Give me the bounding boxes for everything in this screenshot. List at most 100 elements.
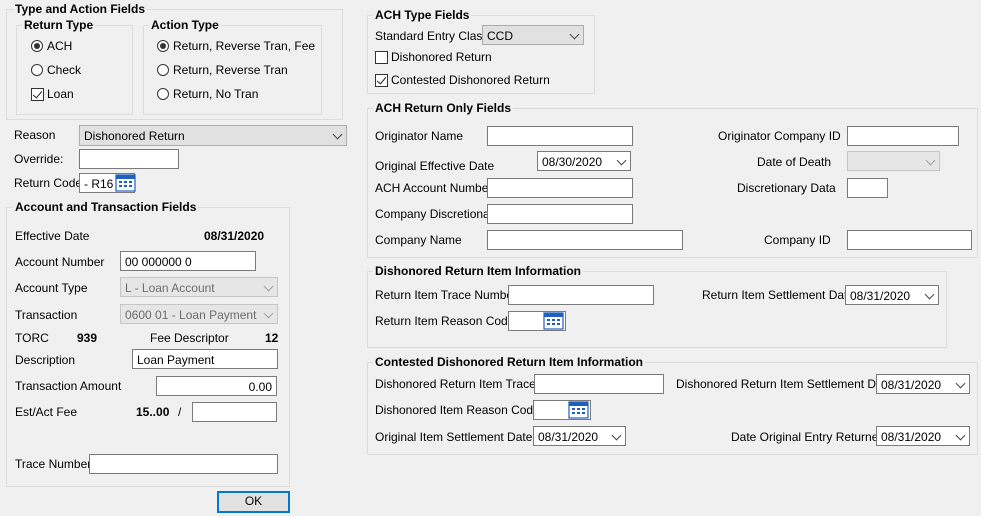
reason-label: Reason bbox=[14, 128, 56, 142]
checkbox-contested-dishonored-label[interactable]: Contested Dishonored Return bbox=[391, 73, 550, 87]
fee-separator: / bbox=[178, 405, 182, 419]
sec-value: CCD bbox=[487, 29, 513, 43]
override-input[interactable] bbox=[79, 149, 179, 169]
chevron-down-icon bbox=[569, 29, 580, 40]
radio-return-reverse[interactable] bbox=[157, 64, 169, 76]
account-type-label: Account Type bbox=[15, 281, 88, 295]
transaction-value: 0600 01 - Loan Payment bbox=[125, 308, 257, 322]
ach-account-number-input[interactable] bbox=[487, 178, 633, 198]
company-id-input[interactable] bbox=[847, 230, 972, 250]
return-code-label: Return Code bbox=[14, 176, 83, 190]
date-returned-value: 08/31/2020 bbox=[881, 430, 942, 444]
checkbox-loan[interactable] bbox=[31, 88, 44, 101]
chevron-down-icon bbox=[955, 430, 966, 441]
override-label: Override: bbox=[14, 152, 64, 166]
return-item-reason-label: Return Item Reason Code bbox=[375, 314, 515, 328]
contested-settlement-value: 08/31/2020 bbox=[881, 378, 942, 392]
contested-settlement-picker[interactable]: 08/31/2020 bbox=[876, 374, 970, 394]
ok-button[interactable]: OK bbox=[217, 491, 290, 513]
company-name-label: Company Name bbox=[375, 233, 462, 247]
originator-name-label: Originator Name bbox=[375, 129, 464, 143]
type-action-title: Type and Action Fields bbox=[13, 2, 148, 16]
description-input[interactable]: Loan Payment bbox=[132, 349, 278, 369]
return-code-lookup-icon[interactable] bbox=[115, 174, 137, 192]
radio-check-label[interactable]: Check bbox=[47, 63, 81, 77]
torc-label: TORC bbox=[15, 331, 49, 345]
return-item-settlement-picker[interactable]: 08/31/2020 bbox=[845, 285, 939, 305]
date-returned-label: Date Original Entry Returned bbox=[731, 430, 886, 444]
orig-settlement-value: 08/31/2020 bbox=[538, 430, 599, 444]
radio-return-reverse-label[interactable]: Return, Reverse Tran bbox=[173, 63, 288, 77]
radio-return-reverse-fee-label[interactable]: Return, Reverse Tran, Fee bbox=[173, 39, 315, 53]
original-effective-date-label: Original Effective Date bbox=[375, 159, 495, 173]
contested-reason-lookup-icon[interactable] bbox=[568, 401, 590, 419]
discretionary-data-label: Discretionary Data bbox=[737, 181, 836, 195]
radio-return-no-tran-label[interactable]: Return, No Tran bbox=[173, 87, 258, 101]
action-type-title: Action Type bbox=[149, 18, 221, 32]
orig-settlement-picker[interactable]: 08/31/2020 bbox=[533, 426, 626, 446]
radio-ach[interactable] bbox=[31, 40, 43, 52]
orig-settlement-label: Original Item Settlement Date bbox=[375, 430, 533, 444]
checkbox-contested-dishonored[interactable] bbox=[375, 74, 388, 87]
original-effective-date-value: 08/30/2020 bbox=[542, 155, 603, 169]
contested-reason-label: Dishonored Item Reason Code bbox=[375, 403, 540, 417]
chevron-down-icon bbox=[611, 430, 622, 441]
radio-ach-label[interactable]: ACH bbox=[47, 39, 72, 53]
contested-trace-input[interactable] bbox=[534, 374, 664, 394]
company-discretionary-input[interactable] bbox=[487, 204, 633, 224]
effective-date-value: 08/31/2020 bbox=[204, 229, 265, 243]
checkbox-dishonored-return[interactable] bbox=[375, 51, 388, 64]
est-fee-value: 15..00 bbox=[136, 405, 170, 419]
contested-trace-label: Dishonored Return Item Trace # bbox=[375, 377, 546, 391]
account-type-select[interactable]: L - Loan Account bbox=[120, 277, 278, 297]
checkbox-loan-label[interactable]: Loan bbox=[47, 87, 74, 101]
chevron-down-icon bbox=[955, 378, 966, 389]
dishonored-title: Dishonored Return Item Information bbox=[373, 264, 584, 278]
ach-account-number-label: ACH Account Number bbox=[375, 181, 493, 195]
reason-value: Dishonored Return bbox=[84, 129, 185, 143]
return-item-settlement-label: Return Item Settlement Date bbox=[702, 288, 855, 302]
company-id-label: Company ID bbox=[764, 233, 831, 247]
transaction-amount-input[interactable]: 0.00 bbox=[156, 376, 277, 396]
transaction-select[interactable]: 0600 01 - Loan Payment bbox=[120, 304, 278, 324]
account-title: Account and Transaction Fields bbox=[13, 200, 199, 214]
originator-name-input[interactable] bbox=[487, 126, 633, 146]
radio-return-no-tran[interactable] bbox=[157, 88, 169, 100]
return-item-trace-input[interactable] bbox=[508, 285, 654, 305]
chevron-down-icon bbox=[924, 289, 935, 300]
discretionary-data-input[interactable] bbox=[847, 178, 888, 198]
trace-number-label: Trace Number bbox=[15, 457, 92, 471]
radio-check[interactable] bbox=[31, 64, 43, 76]
contested-settlement-label: Dishonored Return Item Settlement Date bbox=[676, 377, 893, 391]
chevron-down-icon bbox=[925, 155, 936, 166]
radio-return-reverse-fee[interactable] bbox=[157, 40, 169, 52]
account-number-input[interactable]: 00 000000 0 bbox=[120, 251, 256, 271]
checkbox-dishonored-return-label[interactable]: Dishonored Return bbox=[391, 50, 492, 64]
company-discretionary-label: Company Discretionary bbox=[375, 207, 500, 221]
return-item-reason-lookup-icon[interactable] bbox=[543, 312, 565, 330]
date-of-death-label: Date of Death bbox=[757, 155, 832, 169]
torc-value: 939 bbox=[77, 331, 98, 345]
fee-descriptor-label: Fee Descriptor bbox=[150, 331, 229, 345]
original-effective-date-picker[interactable]: 08/30/2020 bbox=[537, 151, 631, 171]
ach-return-title: ACH Return Only Fields bbox=[373, 101, 514, 115]
actual-fee-input[interactable] bbox=[192, 402, 277, 422]
company-name-input[interactable] bbox=[487, 230, 683, 250]
originator-company-id-input[interactable] bbox=[847, 126, 959, 146]
fee-descriptor-value: 12 bbox=[265, 331, 279, 345]
return-item-settlement-value: 08/31/2020 bbox=[850, 289, 911, 303]
effective-date-label: Effective Date bbox=[15, 229, 90, 243]
trace-number-input[interactable] bbox=[89, 454, 278, 474]
chevron-down-icon bbox=[263, 308, 274, 319]
ach-type-title: ACH Type Fields bbox=[373, 8, 472, 22]
originator-company-id-label: Originator Company ID bbox=[718, 129, 841, 143]
est-act-fee-label: Est/Act Fee bbox=[15, 405, 78, 419]
chevron-down-icon bbox=[263, 281, 274, 292]
sec-select[interactable]: CCD bbox=[482, 25, 584, 45]
transaction-amount-label: Transaction Amount bbox=[15, 379, 122, 393]
contested-title: Contested Dishonored Return Item Informa… bbox=[373, 355, 646, 369]
account-type-value: L - Loan Account bbox=[125, 281, 215, 295]
date-of-death-picker[interactable] bbox=[847, 151, 940, 171]
reason-select[interactable]: Dishonored Return bbox=[79, 125, 347, 146]
date-returned-picker[interactable]: 08/31/2020 bbox=[876, 426, 970, 446]
